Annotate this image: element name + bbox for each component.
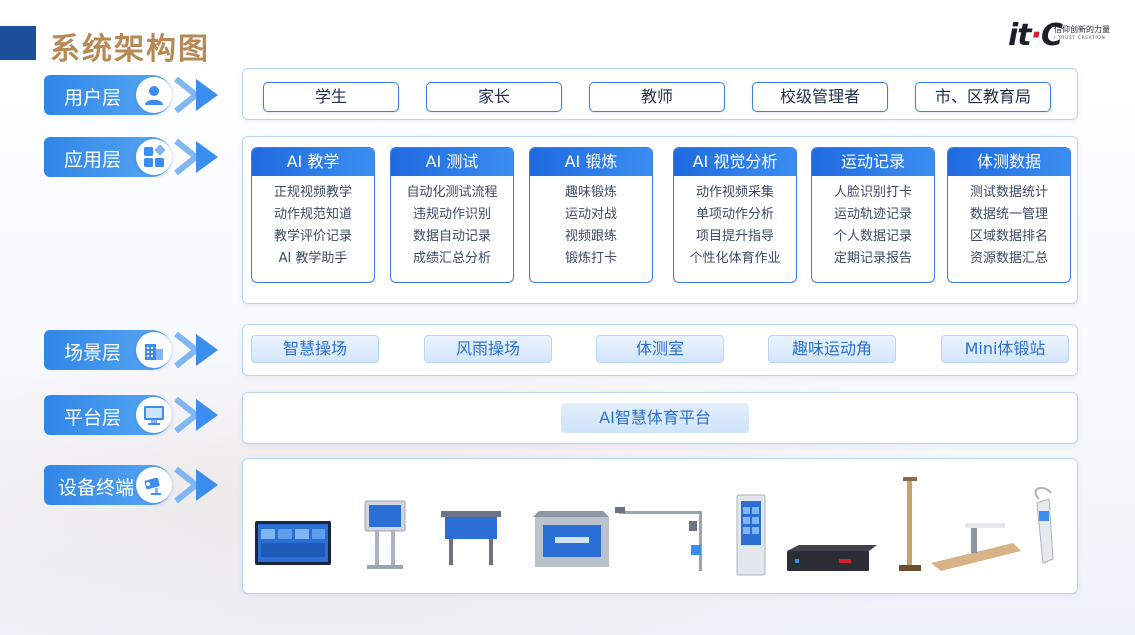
platform-layer-panel: AI智慧体育平台 <box>242 392 1078 444</box>
app-item: 运动轨迹记录 <box>833 207 912 222</box>
app-item: 测试数据统计 <box>969 185 1048 200</box>
app-item: 视频跟练 <box>564 229 617 244</box>
layer-label-text: 场景层 <box>64 342 122 364</box>
app-column-title: 运动记录 <box>812 148 934 176</box>
app-item: 违规动作识别 <box>412 207 491 222</box>
user-box-parent: 家长 <box>426 82 562 112</box>
app-column-ai-vision: AI 视觉分析 动作视频采集 单项动作分析 项目提升指导 个性化体育作业 <box>673 147 797 283</box>
app-column-title: AI 视觉分析 <box>674 148 796 176</box>
app-column-ai-exercise: AI 锻炼 趣味锻炼 运动对战 视频跟练 锻炼打卡 <box>529 147 653 283</box>
app-item: 项目提升指导 <box>695 229 774 244</box>
app-item: 人脸识别打卡 <box>833 185 912 200</box>
app-column-ai-teaching: AI 教学 正规视频教学 动作规范知道 教学评价记录 AI 教学助手 <box>251 147 375 283</box>
app-item: 个性化体育作业 <box>689 251 781 266</box>
layer-label-application: 应用层 <box>44 137 224 177</box>
app-item: 成绩汇总分析 <box>412 251 491 266</box>
server-box-icon <box>787 545 877 571</box>
app-item: 正规视频教学 <box>273 185 352 200</box>
layer-label-user: 用户层 <box>44 75 224 115</box>
stand-display-icon <box>441 511 501 565</box>
layer-label-text: 用户层 <box>64 87 122 109</box>
chevron-right-icon <box>174 467 218 503</box>
scene-covered-playground: 风雨操场 <box>424 335 552 363</box>
app-item: AI 教学助手 <box>278 251 348 266</box>
monitor-icon <box>144 406 164 425</box>
app-column-ai-testing: AI 测试 自动化测试流程 违规动作识别 数据自动记录 成绩汇总分析 <box>390 147 514 283</box>
chevron-right-icon <box>174 77 218 113</box>
camera-icon <box>144 477 161 495</box>
app-column-title: AI 教学 <box>252 148 374 176</box>
app-column-sport-records: 运动记录 人脸识别打卡 运动轨迹记录 个人数据记录 定期记录报告 <box>811 147 935 283</box>
scene-fun-sports-corner: 趣味运动角 <box>768 335 896 363</box>
sit-reach-icon <box>931 523 1021 571</box>
user-box-school-admin: 校级管理者 <box>752 82 888 112</box>
app-item: 定期记录报告 <box>833 251 912 266</box>
app-column-title: AI 测试 <box>391 148 513 176</box>
app-item: 趣味锻炼 <box>564 185 617 200</box>
layer-label-device: 设备终端 <box>44 465 224 505</box>
user-box-teacher: 教师 <box>589 82 725 112</box>
app-item: 教学评价记录 <box>273 229 352 244</box>
building-icon <box>145 344 163 360</box>
app-item: 区域数据排名 <box>969 229 1048 244</box>
application-layer-panel: AI 教学 正规视频教学 动作规范知道 教学评价记录 AI 教学助手 AI 测试… <box>242 136 1078 304</box>
logo-slogan-cn: 信仰创新的力量 <box>1054 25 1110 34</box>
layer-label-text: 设备终端 <box>58 477 135 499</box>
platform-box: AI智慧体育平台 <box>561 403 749 433</box>
app-column-fitness-data: 体测数据 测试数据统计 数据统一管理 区域数据排名 资源数据汇总 <box>947 147 1071 283</box>
app-item: 数据统一管理 <box>969 207 1048 222</box>
page-title: 系统架构图 <box>50 32 210 67</box>
scene-layer-panel: 智慧操场 风雨操场 体测室 趣味运动角 Mini体锻站 <box>242 324 1078 376</box>
layer-label-scene: 场景层 <box>44 330 224 370</box>
device-illustrations <box>255 477 1054 576</box>
app-column-title: AI 锻炼 <box>530 148 652 176</box>
layer-label-text: 应用层 <box>64 149 122 171</box>
user-box-student: 学生 <box>263 82 399 112</box>
chevron-right-icon <box>174 332 218 368</box>
chevron-right-icon <box>174 397 218 433</box>
user-icon <box>145 86 163 105</box>
height-scale-icon <box>899 477 921 571</box>
display-panel-icon <box>255 521 331 565</box>
kiosk-icon <box>364 500 406 569</box>
apps-grid-icon <box>144 145 166 167</box>
app-item: 锻炼打卡 <box>564 251 617 266</box>
app-item: 数据自动记录 <box>412 229 491 244</box>
app-item: 运动对战 <box>564 207 617 222</box>
app-item: 动作视频采集 <box>695 185 774 200</box>
app-item: 单项动作分析 <box>695 207 774 222</box>
app-item: 资源数据汇总 <box>969 251 1048 266</box>
chevron-right-icon <box>174 139 218 175</box>
device-layer-panel <box>242 458 1078 594</box>
app-item: 个人数据记录 <box>833 229 912 244</box>
camera-pole-icon <box>615 507 702 571</box>
user-box-education-bureau: 市、区教育局 <box>915 82 1051 112</box>
logo-slogan-en: I TRUST CREATION <box>1054 36 1106 41</box>
scene-fitness-test-room: 体测室 <box>596 335 724 363</box>
canopy-screen-icon <box>533 511 609 567</box>
app-column-title: 体测数据 <box>948 148 1070 176</box>
user-layer-panel: 学生 家长 教师 校级管理者 市、区教育局 <box>242 68 1078 120</box>
title-accent-bar <box>0 26 36 60</box>
grip-tester-icon <box>1034 486 1054 564</box>
scene-smart-playground: 智慧操场 <box>251 335 379 363</box>
vertical-kiosk-icon <box>736 494 766 576</box>
app-item: 动作规范知道 <box>273 207 352 222</box>
app-item: 自动化测试流程 <box>406 185 498 200</box>
layer-label-text: 平台层 <box>64 407 122 429</box>
scene-mini-fitness-station: Mini体锻站 <box>941 335 1069 363</box>
layer-label-platform: 平台层 <box>44 395 224 435</box>
brand-logo: it·C 信仰创新的力量 I TRUST CREATION <box>1008 18 1120 53</box>
